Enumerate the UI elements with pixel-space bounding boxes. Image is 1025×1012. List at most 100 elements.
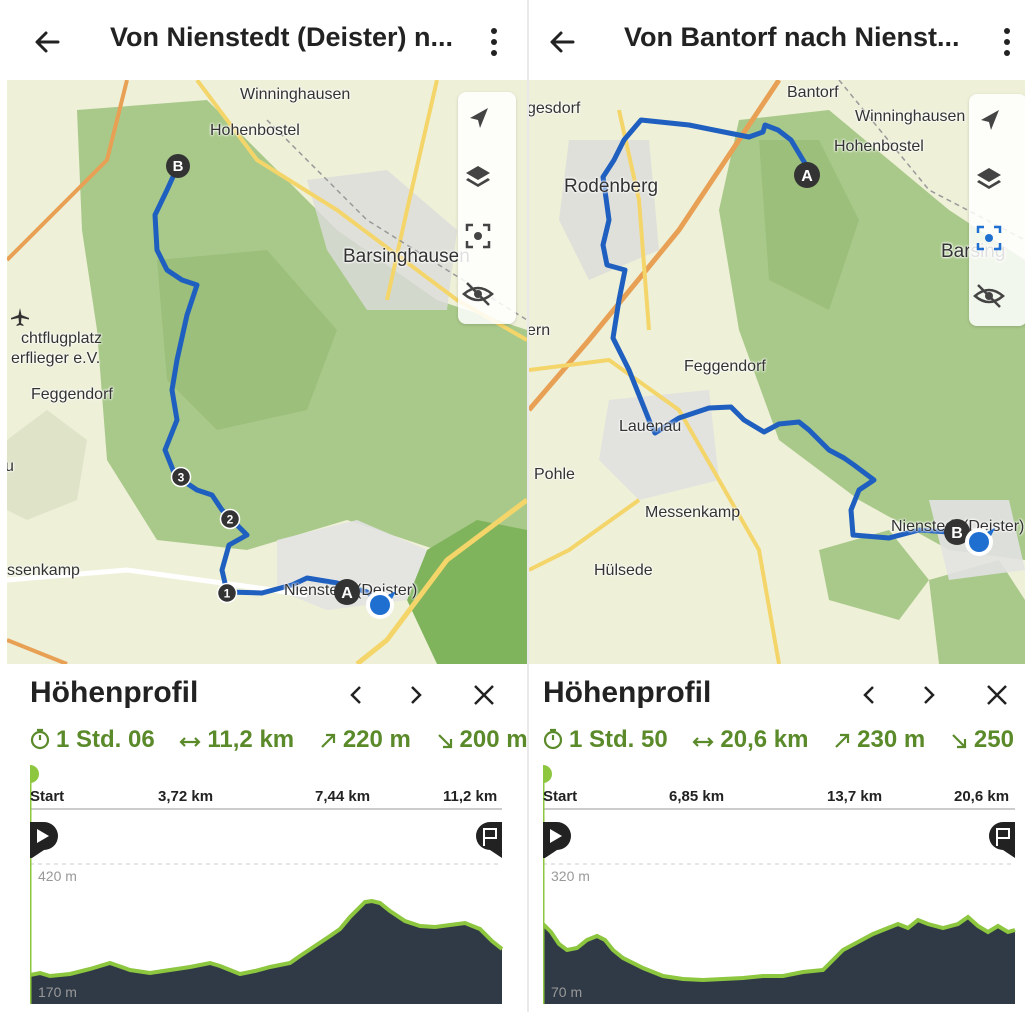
waypoint-marker[interactable]: 1 <box>216 582 238 604</box>
distance-stat: 20,6 km <box>692 726 808 754</box>
ascent-icon <box>835 733 850 748</box>
ascent-icon <box>321 733 335 748</box>
place-label: Hülsede <box>594 562 653 579</box>
elevation-area <box>543 917 1015 1004</box>
more-options-icon[interactable] <box>484 24 504 60</box>
map-view[interactable]: Winninghausen Hohenbostel Barsinghausen … <box>7 80 527 664</box>
svg-text:A: A <box>341 585 353 602</box>
more-options-icon[interactable] <box>997 24 1017 60</box>
elevation-sheet: Höhenprofil 1 Std. 50 20,6 km 230 m 250 <box>529 664 1025 1012</box>
place-label: Lauenau <box>619 418 682 435</box>
route-start-marker[interactable]: A <box>332 577 362 607</box>
place-label: Messenkamp <box>645 504 741 521</box>
duration-stat: 1 Std. 06 <box>30 726 155 754</box>
chevron-left-icon[interactable] <box>853 678 887 712</box>
close-icon[interactable] <box>467 678 501 712</box>
svg-text:A: A <box>801 168 813 185</box>
duration-value: 1 Std. 50 <box>569 726 668 753</box>
place-label: Bantorf <box>787 84 839 101</box>
map-toolbar <box>458 92 516 324</box>
finish-flag-icon <box>476 822 502 858</box>
descent-value: 200 m <box>459 726 527 753</box>
route-start-marker[interactable]: A <box>792 160 822 190</box>
descent-icon <box>952 734 966 749</box>
place-label: u <box>7 458 14 475</box>
navigation-arrow-icon[interactable] <box>458 100 498 140</box>
route-end-marker[interactable]: B <box>164 152 192 180</box>
hide-icon[interactable] <box>969 276 1009 316</box>
elevation-max-label: 320 m <box>551 868 590 884</box>
ascent-value: 230 m <box>857 726 926 753</box>
page-title: Von Bantorf nach Nienst... <box>624 22 960 52</box>
cursor-handle[interactable] <box>543 765 552 783</box>
svg-text:1: 1 <box>224 587 231 601</box>
layers-icon[interactable] <box>969 160 1009 200</box>
focus-route-icon[interactable] <box>458 216 498 256</box>
hide-icon[interactable] <box>458 274 498 314</box>
place-label: Winninghausen <box>240 86 351 103</box>
app-bar: Von Bantorf nach Nienst... <box>529 0 1025 80</box>
chevron-right-icon[interactable] <box>398 678 432 712</box>
place-label: chtflugplatz <box>21 330 102 347</box>
elevation-min-label: 170 m <box>38 984 77 1000</box>
back-arrow-icon[interactable] <box>28 22 68 62</box>
place-label: Barsinghausen <box>343 246 470 267</box>
tick-label: Start <box>30 788 65 805</box>
timer-icon <box>543 728 563 750</box>
layers-icon[interactable] <box>458 158 498 198</box>
ascent-value: 220 m <box>342 726 411 753</box>
duration-value: 1 Std. 06 <box>56 726 155 753</box>
route-stats: 1 Std. 06 11,2 km 220 m 200 m <box>30 726 527 754</box>
descent-stat: 250 <box>950 726 1014 754</box>
tick-label: 13,7 km <box>827 788 883 805</box>
descent-value: 250 <box>973 726 1014 753</box>
waypoint-marker[interactable]: 3 <box>170 466 192 488</box>
page-title: Von Nienstedt (Deister) n... <box>110 22 454 52</box>
ascent-stat: 220 m <box>319 726 411 754</box>
map-view[interactable]: gesdorf Bantorf Winninghausen Hohenboste… <box>529 80 1025 664</box>
chevron-left-icon[interactable] <box>340 678 374 712</box>
elevation-title: Höhenprofil <box>543 676 712 709</box>
descent-icon <box>437 734 452 749</box>
place-label: Winninghausen <box>855 108 966 125</box>
place-label: ssenkamp <box>7 562 80 579</box>
duration-stat: 1 Std. 50 <box>543 726 668 754</box>
place-label: Feggendorf <box>31 386 113 403</box>
waypoint-marker[interactable]: 2 <box>219 508 241 530</box>
back-arrow-icon[interactable] <box>543 22 583 62</box>
chevron-right-icon[interactable] <box>911 678 945 712</box>
route-stats: 1 Std. 50 20,6 km 230 m 250 <box>543 726 1025 754</box>
elevation-area <box>30 901 502 1004</box>
svg-text:3: 3 <box>178 471 185 485</box>
distance-icon <box>179 737 201 747</box>
tick-label: 20,6 km <box>954 788 1010 805</box>
tick-label: Start <box>543 788 578 805</box>
cursor-handle[interactable] <box>30 765 39 783</box>
elevation-chart[interactable]: 320 m 70 m <box>543 764 1021 1004</box>
right-screen: Von Bantorf nach Nienst... gesdorf Banto… <box>529 0 1025 1012</box>
close-icon[interactable] <box>980 678 1014 712</box>
map-canvas <box>7 80 527 664</box>
elevation-max-label: 420 m <box>38 868 77 884</box>
left-screen: Von Nienstedt (Deister) n... Winninghaus… <box>0 0 527 1012</box>
svg-text:2: 2 <box>227 513 234 527</box>
timer-icon <box>30 728 50 750</box>
tick-label: 11,2 km <box>443 788 498 805</box>
tick-label: 3,72 km <box>158 788 214 805</box>
app-bar: Von Nienstedt (Deister) n... <box>0 0 527 80</box>
focus-route-icon[interactable] <box>969 218 1009 258</box>
distance-icon <box>692 737 714 747</box>
finish-flag-icon <box>989 822 1015 858</box>
distance-value: 20,6 km <box>720 726 809 753</box>
place-label: Rodenberg <box>564 176 659 197</box>
elevation-min-label: 70 m <box>551 984 582 1000</box>
current-location-icon <box>965 528 995 556</box>
elevation-chart[interactable]: 420 m 170 m <box>30 764 508 1004</box>
place-label: Hohenbostel <box>834 138 924 155</box>
place-label: Pohle <box>534 466 575 483</box>
place-label: gesdorf <box>529 100 581 117</box>
ascent-stat: 230 m <box>833 726 925 754</box>
navigation-arrow-icon[interactable] <box>969 102 1009 142</box>
airport-icon <box>11 308 29 326</box>
svg-text:B: B <box>173 158 184 175</box>
